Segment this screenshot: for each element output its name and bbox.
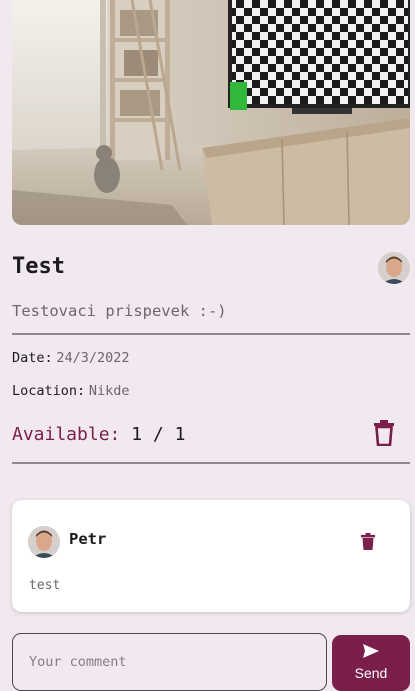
location-label: Location:	[12, 383, 86, 399]
post-header: Test	[12, 252, 410, 284]
availability: Available: 1 / 1	[12, 424, 185, 445]
date-value: 24/3/2022	[56, 350, 130, 366]
comment-text: test	[29, 578, 61, 593]
trash-filled-icon[interactable]	[361, 533, 375, 555]
send-icon	[362, 643, 380, 662]
available-label: Available:	[12, 424, 121, 445]
send-button[interactable]: Send	[332, 635, 410, 691]
post-title: Test	[12, 254, 65, 279]
send-label: Send	[354, 665, 388, 681]
author-avatar[interactable]	[378, 252, 410, 284]
divider	[12, 462, 410, 464]
post-image	[12, 0, 410, 225]
divider	[12, 333, 410, 335]
comment-input[interactable]	[12, 633, 327, 691]
available-value: 1 / 1	[131, 424, 186, 445]
post-description: Testovaci prispevek :-)	[12, 302, 227, 320]
trash-outline-icon[interactable]	[373, 420, 395, 451]
location-value: Nikde	[88, 383, 130, 399]
date-label: Date:	[12, 350, 53, 366]
post-date: Date: 24/3/2022	[12, 350, 130, 366]
comment-avatar[interactable]	[28, 526, 60, 558]
post-location: Location: Nikde	[12, 383, 130, 399]
comment-card: Petr test	[12, 500, 410, 612]
comment-author: Petr	[69, 530, 107, 548]
